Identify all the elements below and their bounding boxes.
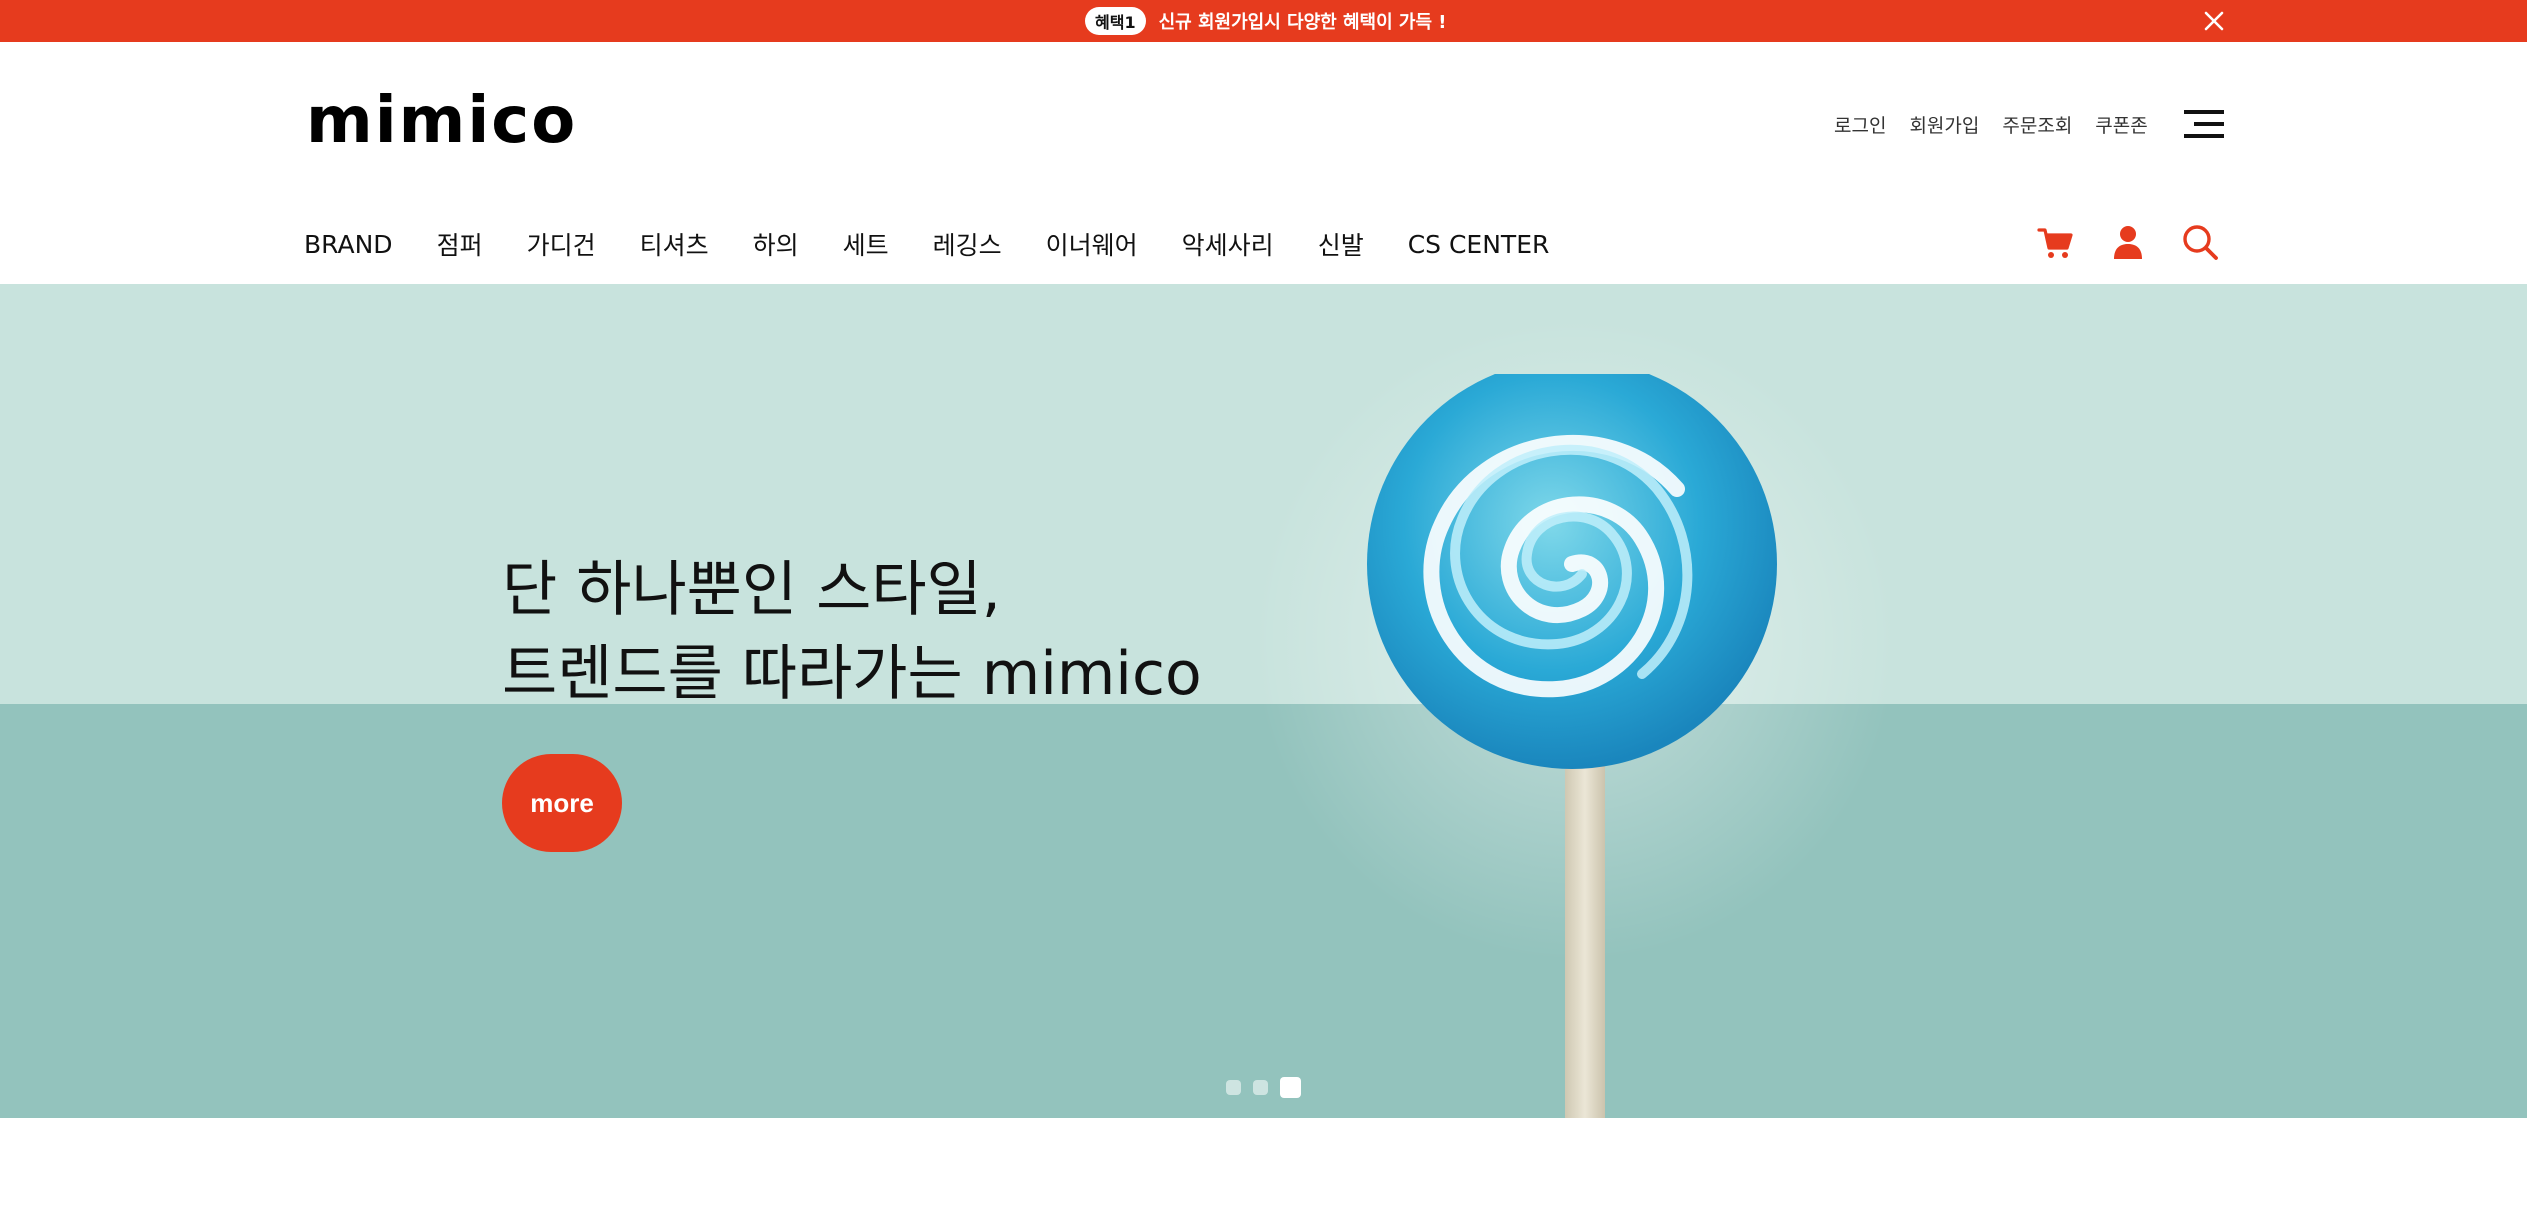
slider-dot-3-active[interactable] (1280, 1076, 1301, 1098)
slider-dot-1[interactable] (1226, 1079, 1241, 1095)
login-link[interactable]: 로그인 (1834, 111, 1886, 138)
nav-item-cs-center[interactable]: CS CENTER (1408, 230, 1550, 259)
nav-item-brand[interactable]: BRAND (304, 230, 393, 259)
nav-item-accessories[interactable]: 악세사리 (1182, 226, 1274, 262)
nav-item-shoes[interactable]: 신발 (1318, 226, 1364, 262)
close-icon[interactable] (2199, 6, 2229, 36)
slider-pagination (1226, 1076, 1301, 1098)
main-nav: BRAND 점퍼 가디건 티셔츠 하의 세트 레깅스 이너웨어 악세사리 신발 … (304, 224, 1549, 264)
hero-headline: 단 하나뿐인 스타일, 트렌드를 따라가는 mimico (502, 548, 1202, 716)
utility-nav: 로그인 회원가입 주문조회 쿠폰존 (1834, 110, 2171, 138)
nav-item-tshirt[interactable]: 티셔츠 (640, 226, 709, 262)
nav-item-innerwear[interactable]: 이너웨어 (1046, 226, 1138, 262)
slider-dot-2[interactable] (1253, 1079, 1268, 1095)
header-icons (2036, 222, 2220, 262)
hamburger-line (2184, 110, 2224, 114)
order-lookup-link[interactable]: 주문조회 (2002, 111, 2072, 138)
nav-item-cardigan[interactable]: 가디건 (527, 226, 596, 262)
hero-headline-line-2: 트렌드를 따라가는 mimico (502, 639, 1202, 709)
promo-badge: 혜택1 (1085, 7, 1146, 35)
hero-background-bottom (0, 704, 2527, 1118)
hero-banner: 단 하나뿐인 스타일, 트렌드를 따라가는 mimico more (0, 284, 2527, 1118)
nav-item-set[interactable]: 세트 (843, 226, 889, 262)
nav-item-leggings[interactable]: 레깅스 (933, 226, 1002, 262)
hero-headline-line-1: 단 하나뿐인 스타일, (502, 555, 1001, 625)
hamburger-line (2194, 122, 2224, 126)
more-button[interactable]: more (502, 754, 622, 852)
hamburger-menu-icon[interactable] (2184, 110, 2224, 140)
promo-banner: 혜택1 신규 회원가입시 다양한 혜택이 가득 ! (0, 0, 2527, 42)
user-icon[interactable] (2108, 222, 2148, 262)
lollipop-image (1367, 374, 1777, 1118)
hamburger-line (2184, 134, 2224, 138)
signup-link[interactable]: 회원가입 (1909, 111, 1979, 138)
site-logo[interactable]: mimico (306, 86, 577, 156)
promo-content[interactable]: 혜택1 신규 회원가입시 다양한 혜택이 가득 ! (1085, 5, 1447, 37)
nav-item-bottoms[interactable]: 하의 (753, 226, 799, 262)
cart-icon[interactable] (2036, 222, 2076, 262)
nav-item-jumper[interactable]: 점퍼 (437, 226, 483, 262)
coupon-zone-link[interactable]: 쿠폰존 (2095, 111, 2147, 138)
promo-text: 신규 회원가입시 다양한 혜택이 가득 ! (1158, 12, 1447, 33)
search-icon[interactable] (2180, 222, 2220, 262)
